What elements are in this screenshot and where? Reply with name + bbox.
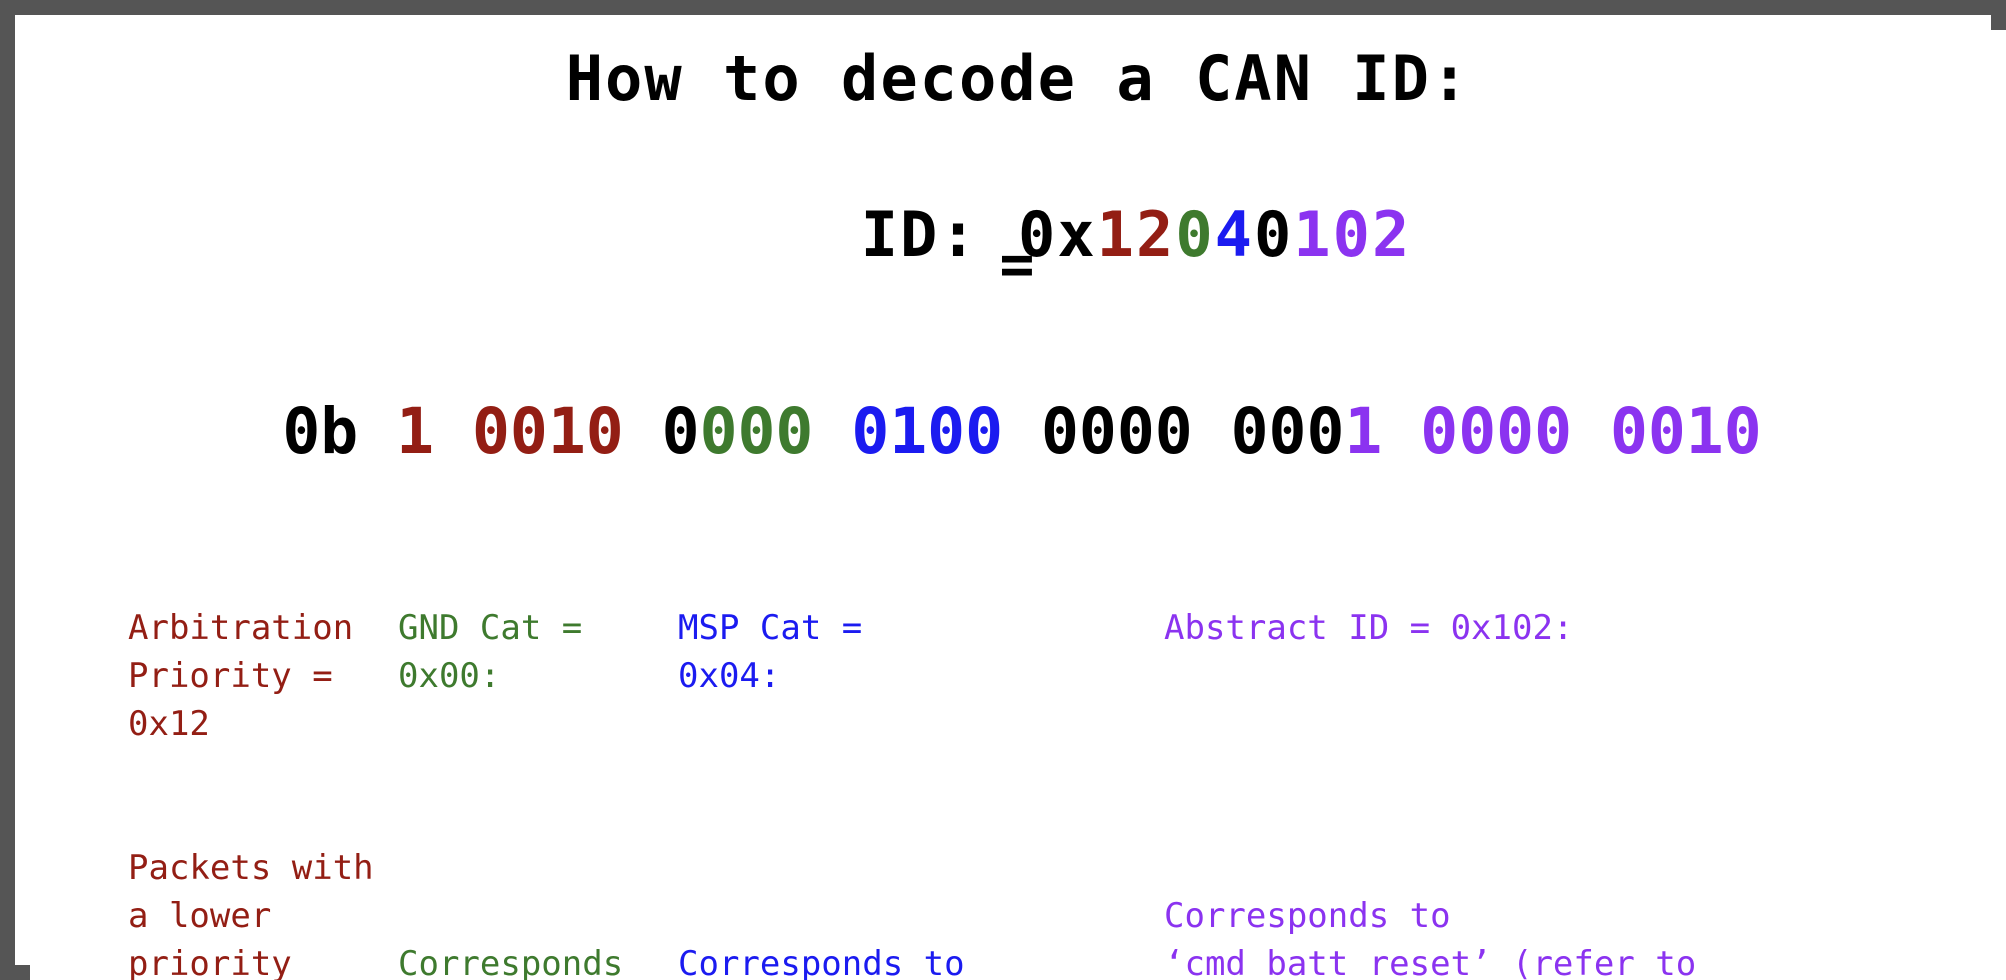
- column-heading: GND Cat = 0x00:: [398, 608, 603, 696]
- explanation-column-gnd-category: GND Cat = 0x00: Corresponds to ‘gnd_none…: [398, 508, 678, 980]
- explanation-column-abstract-id: Abstract ID = 0x102: Corresponds to ‘cmd…: [1164, 508, 1704, 980]
- binary-segment-17: [1572, 395, 1610, 468]
- explanation-columns: Arbitration Priority = 0x12 Packets with…: [30, 508, 2006, 980]
- equals-sign: =: [999, 230, 1037, 298]
- column-heading: Abstract ID = 0x102:: [1164, 608, 1574, 648]
- column-body: Packets with a lower priority number are…: [128, 848, 374, 980]
- binary-segment-7: 000: [699, 395, 814, 468]
- binary-segment-5: [624, 395, 662, 468]
- column-spacer: [398, 796, 678, 844]
- binary-segment-1: [358, 395, 396, 468]
- binary-segment-3: [434, 395, 472, 468]
- binary-segment-18: 0010: [1609, 395, 1762, 468]
- binary-segment-8: [813, 395, 851, 468]
- column-body: Corresponds to ‘cat_cmd’ this is a comma…: [678, 944, 965, 980]
- page-title: How to decode a CAN ID:: [565, 42, 1471, 115]
- binary-segment-12: [1193, 395, 1231, 468]
- binary-segment-0: 0b: [282, 395, 359, 468]
- column-body: Corresponds to ‘gnd_none’ (packet does n…: [398, 944, 624, 980]
- column-spacer: [678, 796, 978, 844]
- explanation-column-msp-category: MSP Cat = 0x04: Corresponds to ‘cat_cmd’…: [678, 508, 978, 980]
- can-id-binary-line: 0b 1 0010 0000 0100 0000 0001 0000 0010: [38, 400, 2006, 463]
- binary-segment-13: 000: [1230, 395, 1345, 468]
- column-spacer: [1164, 748, 1704, 796]
- slide-canvas: How to decode a CAN ID: ID: 0x12040102 =…: [30, 30, 2006, 980]
- binary-segment-16: 0000: [1420, 395, 1573, 468]
- explanation-column-arbitration-priority: Arbitration Priority = 0x12 Packets with…: [128, 508, 398, 980]
- slide-border: How to decode a CAN ID: ID: 0x12040102 =…: [0, 0, 2006, 980]
- binary-segment-9: 0100: [851, 395, 1004, 468]
- column-body: Corresponds to ‘cmd_batt_reset’ (refer t…: [1164, 896, 1697, 980]
- column-heading: Arbitration Priority = 0x12: [128, 608, 374, 744]
- binary-segment-15: [1382, 395, 1420, 468]
- binary-segment-6: 0: [661, 395, 700, 468]
- binary-segment-14: 1: [1344, 395, 1383, 468]
- binary-segment-2: 1: [396, 395, 435, 468]
- binary-segment-11: 0000: [1040, 395, 1193, 468]
- binary-segment-10: [1003, 395, 1041, 468]
- binary-segment-4: 0010: [471, 395, 624, 468]
- column-heading: MSP Cat = 0x04:: [678, 608, 883, 696]
